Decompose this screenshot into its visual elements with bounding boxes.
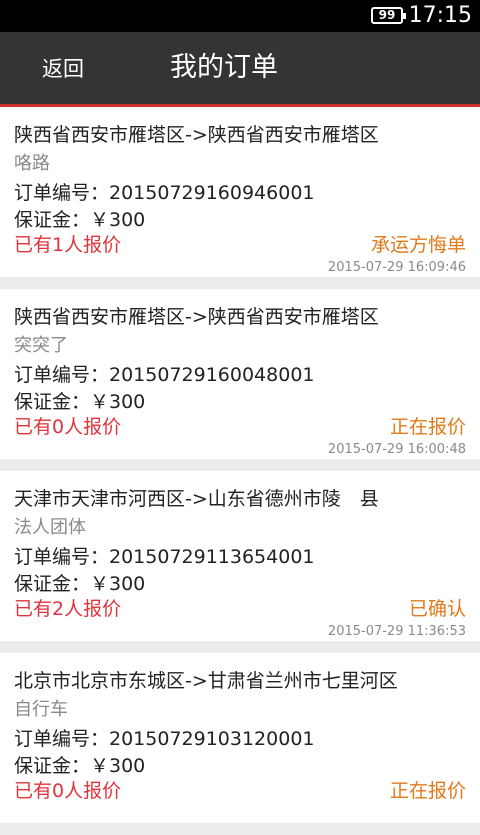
order-goods: 法人团体: [14, 517, 86, 538]
order-goods: 自行车: [14, 699, 68, 720]
order-number: 订单编号：20150729103120001: [14, 728, 315, 750]
order-timestamp: 2015-07-29 11:36:53: [327, 624, 466, 639]
order-list: 陕西省西安市雁塔区->陕西省西安市雁塔区 咯路 订单编号：20150729160…: [0, 107, 480, 835]
order-number: 订单编号：20150729113654001: [14, 546, 315, 568]
order-number: 订单编号：20150729160048001: [14, 364, 315, 386]
order-deposit: 保证金：￥300: [14, 391, 146, 413]
order-status: 已确认: [408, 598, 466, 620]
order-card[interactable]: 北京市北京市东城区->甘肃省兰州市七里河区 自行车 订单编号：201507291…: [0, 653, 480, 823]
order-card[interactable]: 陕西省西安市雁塔区->陕西省西安市雁塔区 突突了 订单编号：2015072916…: [0, 289, 480, 459]
battery-level: 99: [378, 8, 396, 22]
order-route: 天津市天津市河西区->山东省德州市陵 县: [14, 488, 379, 510]
order-deposit: 保证金：￥300: [14, 209, 146, 231]
order-route: 陕西省西安市雁塔区->陕西省西安市雁塔区: [14, 306, 379, 328]
clock: 17:15: [408, 3, 472, 28]
order-card[interactable]: 天津市天津市河西区->山东省德州市陵 县 法人团体 订单编号：201507291…: [0, 471, 480, 641]
order-goods: 突突了: [14, 335, 68, 356]
order-goods: 咯路: [14, 153, 50, 174]
order-card[interactable]: 陕西省西安市雁塔区->陕西省西安市雁塔区 咯路 订单编号：20150729160…: [0, 107, 480, 277]
order-status: 正在报价: [389, 780, 466, 802]
order-status: 承运方悔单: [370, 234, 466, 256]
order-number: 订单编号：2015072916094​6001: [14, 182, 315, 204]
quote-count: 已有0人报价: [14, 780, 122, 802]
quote-count: 已有0人报价: [14, 416, 122, 438]
order-timestamp: 2015-07-29 16:09:46: [327, 260, 466, 275]
title-bar: 返回 我的订单: [0, 32, 480, 107]
order-timestamp: 2015-07-29 16:00:48: [327, 442, 466, 457]
page-title: 我的订单: [170, 52, 278, 83]
order-deposit: 保证金：￥300: [14, 573, 146, 595]
status-bar: 99 17:15: [0, 0, 480, 32]
battery-icon: 99: [371, 7, 406, 24]
quote-count: 已有1人报价: [14, 234, 122, 256]
order-route: 北京市北京市东城区->甘肃省兰州市七里河区: [14, 670, 398, 692]
order-deposit: 保证金：￥300: [14, 755, 146, 777]
quote-count: 已有2人报价: [14, 598, 122, 620]
order-route: 陕西省西安市雁塔区->陕西省西安市雁塔区: [14, 124, 379, 146]
back-button[interactable]: 返回: [42, 54, 84, 84]
order-status: 正在报价: [389, 416, 466, 438]
